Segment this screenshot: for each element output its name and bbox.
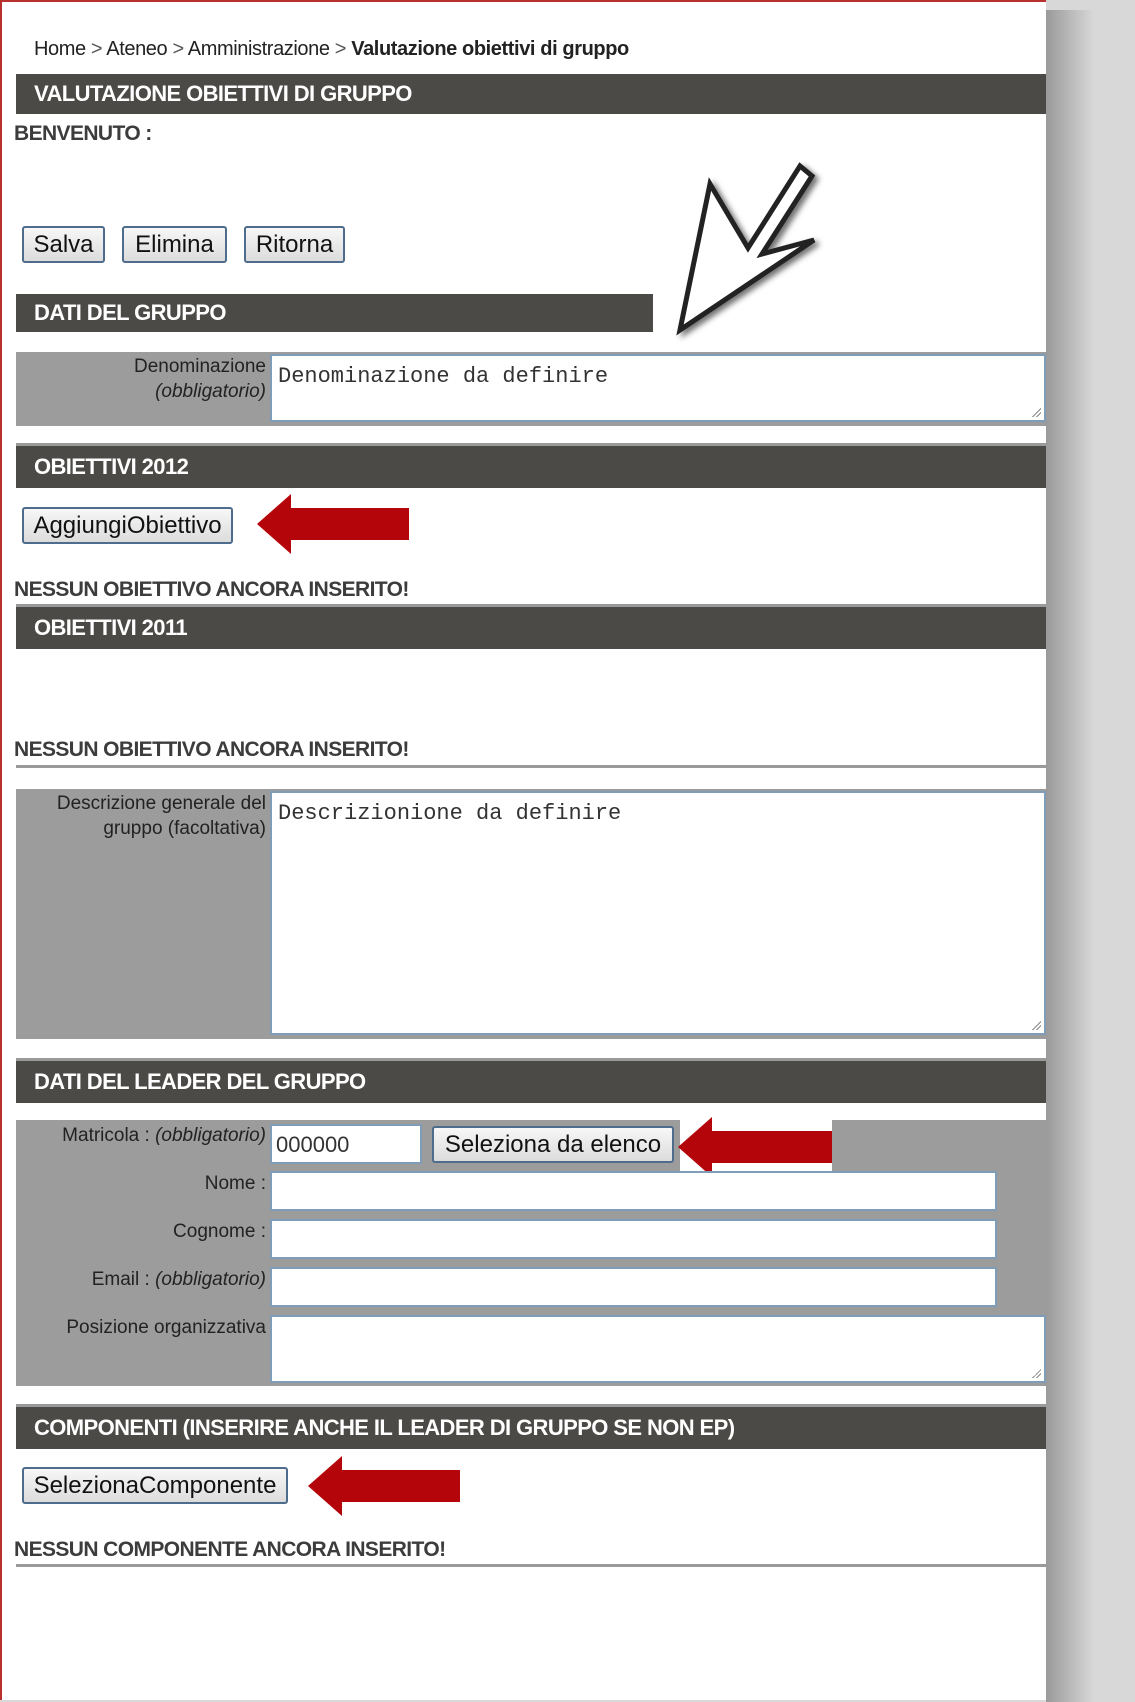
resize-grip-icon[interactable] <box>1031 1368 1041 1378</box>
add-objective-button[interactable]: AggiungiObiettivo <box>22 507 233 544</box>
matricola-required: (obbligatorio) <box>155 1125 266 1146</box>
select-from-list-button[interactable]: Seleziona da elenco <box>432 1126 674 1163</box>
page-frame: Home > Ateneo > Amministrazione > Valuta… <box>0 0 1046 1700</box>
page-title: VALUTAZIONE OBIETTIVI DI GRUPPO <box>16 74 1046 114</box>
red-arrow-annotation-icon <box>257 494 409 554</box>
cognome-input[interactable] <box>270 1219 997 1259</box>
select-component-button[interactable]: SelezionaComponente <box>22 1467 288 1504</box>
description-textarea[interactable]: Descrizionione da definire <box>270 791 1046 1035</box>
matricola-label-text: Matricola : <box>62 1125 150 1146</box>
nome-label: Nome : <box>204 1173 266 1194</box>
description-label-line1: Descrizione generale del <box>56 793 266 814</box>
group-name-label: Denominazione (obbligatorio) <box>16 354 266 404</box>
nome-input[interactable] <box>270 1171 997 1211</box>
group-section-header: DATI DEL GRUPPO <box>16 294 653 332</box>
breadcrumb-separator: > <box>90 38 103 60</box>
divider <box>16 765 1046 768</box>
email-input[interactable] <box>270 1267 997 1307</box>
components-section-header: COMPONENTI (INSERIRE ANCHE IL LEADER DI … <box>16 1407 1046 1449</box>
divider <box>16 1564 1046 1567</box>
group-name-textarea[interactable]: Denominazione da definire <box>270 354 1046 422</box>
resize-grip-icon[interactable] <box>1031 1020 1041 1030</box>
description-value: Descrizionione da definire <box>278 801 622 826</box>
breadcrumb: Home > Ateneo > Amministrazione > Valuta… <box>34 38 629 61</box>
breadcrumb-amministrazione[interactable]: Amministrazione <box>188 38 330 60</box>
matricola-input[interactable]: 000000 <box>270 1124 422 1164</box>
description-label: Descrizione generale del gruppo (facolta… <box>16 791 266 841</box>
welcome-label: BENVENUTO : <box>14 122 152 145</box>
matricola-label: Matricola : (obbligatorio) <box>16 1123 266 1148</box>
leader-section-header: DATI DEL LEADER DEL GRUPPO <box>16 1061 1046 1103</box>
objectives-2012-header: OBIETTIVI 2012 <box>16 446 1046 488</box>
objectives-2011-empty: NESSUN OBIETTIVO ANCORA INSERITO! <box>14 738 409 761</box>
window-shadow <box>1046 10 1106 1702</box>
breadcrumb-ateneo[interactable]: Ateneo <box>106 38 167 60</box>
red-arrow-annotation-icon <box>308 1456 460 1516</box>
breadcrumb-separator: > <box>334 38 347 60</box>
cognome-label: Cognome : <box>173 1221 266 1242</box>
objectives-2012-empty: NESSUN OBIETTIVO ANCORA INSERITO! <box>14 578 409 601</box>
save-button[interactable]: Salva <box>22 226 105 263</box>
posizione-textarea[interactable] <box>270 1315 1046 1383</box>
email-label-text: Email : <box>91 1269 150 1290</box>
resize-grip-icon[interactable] <box>1031 407 1041 417</box>
breadcrumb-home[interactable]: Home <box>34 38 86 60</box>
delete-button[interactable]: Elimina <box>122 226 227 263</box>
email-label: Email : (obbligatorio) <box>16 1267 266 1292</box>
cursor-arrow-annotation-icon <box>676 162 816 336</box>
breadcrumb-current: Valutazione obiettivi di gruppo <box>351 38 629 60</box>
group-name-label-text: Denominazione <box>133 356 266 377</box>
description-label-line2: gruppo (facoltativa) <box>103 818 266 839</box>
posizione-label: Posizione organizzativa <box>66 1317 266 1338</box>
group-name-required: (obbligatorio) <box>155 381 266 402</box>
email-required: (obbligatorio) <box>155 1269 266 1290</box>
back-button[interactable]: Ritorna <box>244 226 345 263</box>
breadcrumb-separator: > <box>172 38 184 60</box>
matricola-value: 000000 <box>276 1132 350 1157</box>
components-empty: NESSUN COMPONENTE ANCORA INSERITO! <box>14 1538 446 1561</box>
objectives-2011-header: OBIETTIVI 2011 <box>16 607 1046 649</box>
group-name-value: Denominazione da definire <box>278 364 609 389</box>
red-arrow-annotation-icon <box>678 1117 832 1177</box>
